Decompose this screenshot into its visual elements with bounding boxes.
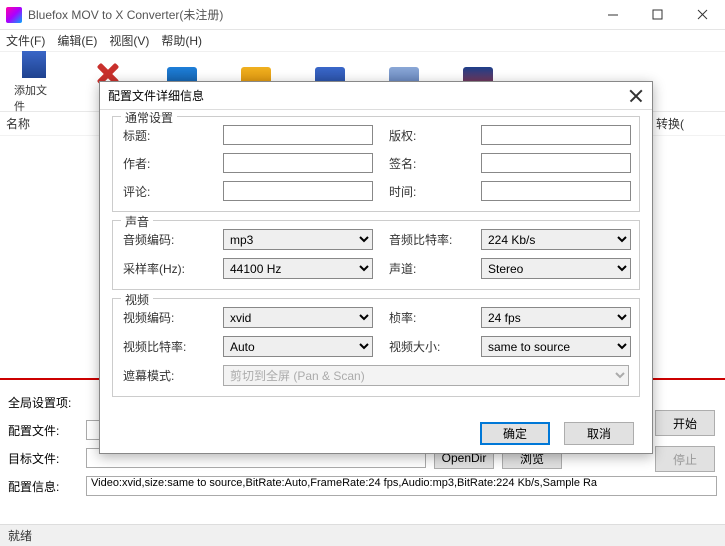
info-value: Video:xvid,size:same to source,BitRate:A… xyxy=(86,476,717,496)
comment-input[interactable] xyxy=(223,181,373,201)
group-general: 通常设置 标题: 版权: 作者: 签名: 评论: 时间: xyxy=(112,116,640,212)
video-size-select[interactable]: same to source xyxy=(481,336,631,357)
sample-rate-select[interactable]: 44100 Hz xyxy=(223,258,373,279)
title-input[interactable] xyxy=(223,125,373,145)
group-video: 视频 视频编码: xvid 桢率: 24 fps 视频比特率: Auto 视频大… xyxy=(112,298,640,397)
channel-select[interactable]: Stereo xyxy=(481,258,631,279)
dialog-close-button[interactable] xyxy=(628,88,644,104)
start-button[interactable]: 开始 xyxy=(655,410,715,436)
menubar: 文件(F) 编辑(E) 视图(V) 帮助(H) xyxy=(0,30,725,52)
close-button[interactable] xyxy=(680,0,725,30)
fps-label: 桢率: xyxy=(389,309,465,326)
title-label: 标题: xyxy=(123,127,207,144)
stop-button[interactable]: 停止 xyxy=(655,446,715,472)
folder-add-icon xyxy=(19,50,49,80)
menu-help[interactable]: 帮助(H) xyxy=(161,32,202,49)
time-input[interactable] xyxy=(481,181,631,201)
global-settings-label: 全局设置项: xyxy=(8,394,71,411)
copyright-input[interactable] xyxy=(481,125,631,145)
status-text: 就绪 xyxy=(8,527,32,544)
video-codec-label: 视频编码: xyxy=(123,309,207,326)
dialog-title: 配置文件详细信息 xyxy=(108,87,204,104)
video-bitrate-select[interactable]: Auto xyxy=(223,336,373,357)
author-label: 作者: xyxy=(123,155,207,172)
sign-input[interactable] xyxy=(481,153,631,173)
info-label: 配置信息: xyxy=(8,478,78,495)
minimize-button[interactable] xyxy=(590,0,635,30)
copyright-label: 版权: xyxy=(389,127,465,144)
ok-button[interactable]: 确定 xyxy=(480,422,550,445)
group-audio-legend: 声音 xyxy=(121,213,153,230)
menu-view[interactable]: 视图(V) xyxy=(109,32,149,49)
video-codec-select[interactable]: xvid xyxy=(223,307,373,328)
window-title: Bluefox MOV to X Converter(未注册) xyxy=(28,6,223,23)
group-audio: 声音 音频编码: mp3 音频比特率: 224 Kb/s 采样率(Hz): 44… xyxy=(112,220,640,290)
comment-label: 评论: xyxy=(123,183,207,200)
app-icon xyxy=(6,7,22,23)
audio-codec-label: 音频编码: xyxy=(123,231,207,248)
audio-bitrate-label: 音频比特率: xyxy=(389,231,465,248)
mask-mode-select: 剪切到全屏 (Pan & Scan) xyxy=(223,365,629,386)
tool-add-file[interactable]: 添加文件 xyxy=(14,50,54,114)
audio-bitrate-select[interactable]: 224 Kb/s xyxy=(481,229,631,250)
target-label: 目标文件: xyxy=(8,450,78,467)
group-video-legend: 视频 xyxy=(121,291,153,308)
tool-add-label: 添加文件 xyxy=(14,82,54,114)
titlebar: Bluefox MOV to X Converter(未注册) xyxy=(0,0,725,30)
profile-label: 配置文件: xyxy=(8,422,78,439)
channel-label: 声道: xyxy=(389,260,465,277)
sample-rate-label: 采样率(Hz): xyxy=(123,260,207,277)
fps-select[interactable]: 24 fps xyxy=(481,307,631,328)
column-convert[interactable]: 转换( xyxy=(656,115,684,132)
cancel-button[interactable]: 取消 xyxy=(564,422,634,445)
video-bitrate-label: 视频比特率: xyxy=(123,338,207,355)
group-general-legend: 通常设置 xyxy=(121,110,177,126)
mask-mode-label: 遮幕模式: xyxy=(123,367,207,384)
menu-file[interactable]: 文件(F) xyxy=(6,32,45,49)
audio-codec-select[interactable]: mp3 xyxy=(223,229,373,250)
maximize-button[interactable] xyxy=(635,0,680,30)
menu-edit[interactable]: 编辑(E) xyxy=(57,32,97,49)
statusbar: 就绪 xyxy=(0,524,725,546)
video-size-label: 视频大小: xyxy=(389,338,465,355)
time-label: 时间: xyxy=(389,183,465,200)
author-input[interactable] xyxy=(223,153,373,173)
profile-detail-dialog: 配置文件详细信息 通常设置 标题: 版权: 作者: 签名: 评论: 时间: 声音 xyxy=(99,81,653,454)
sign-label: 签名: xyxy=(389,155,465,172)
